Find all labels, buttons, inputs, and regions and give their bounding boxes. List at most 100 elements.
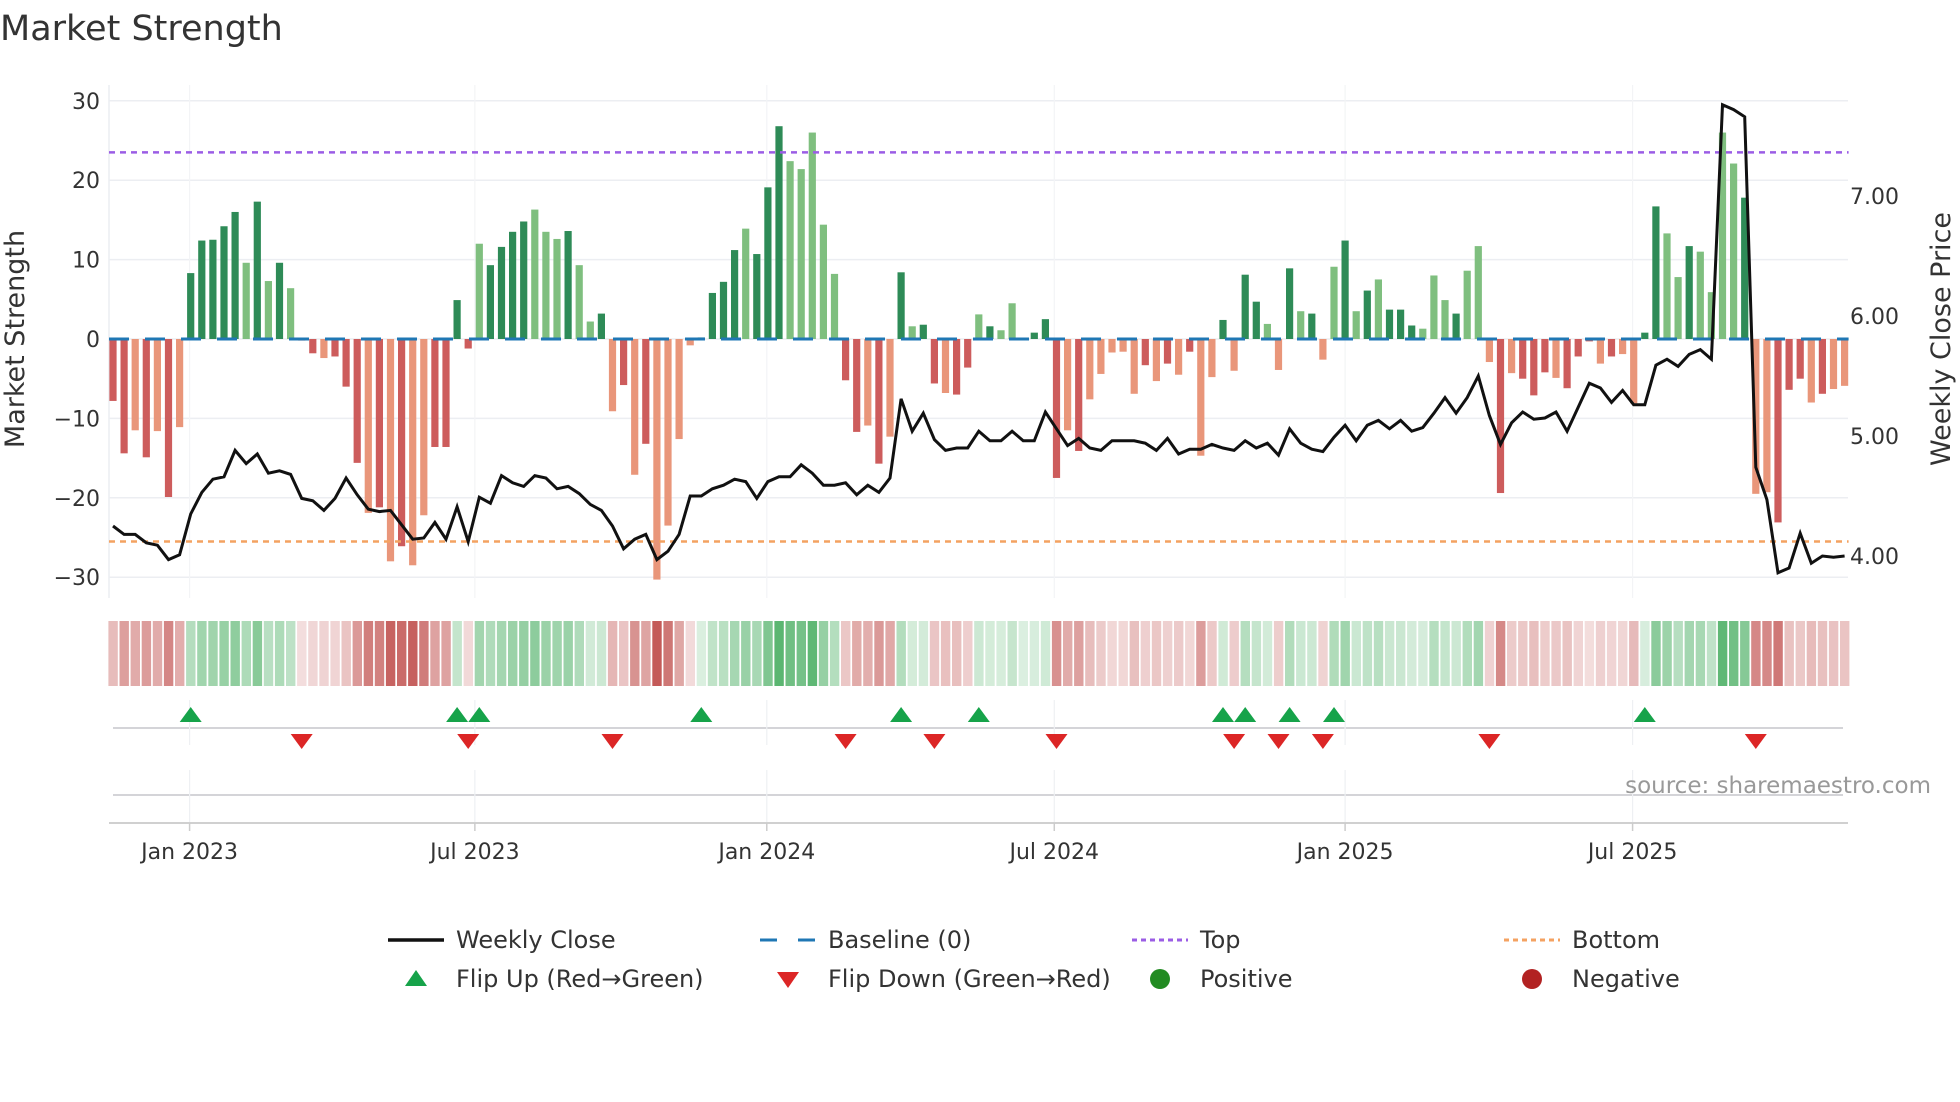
heatmap-cell (1207, 621, 1217, 686)
bar-positive (1441, 300, 1449, 339)
heatmap-cell (163, 621, 174, 686)
heatmap-cell (752, 621, 762, 686)
heatmap-cell (1740, 621, 1750, 686)
bar-positive (586, 321, 594, 339)
heatmap-cell (1551, 621, 1561, 686)
bar-negative (375, 339, 383, 508)
flip-up-marker (1633, 707, 1656, 722)
bar-positive (542, 231, 550, 339)
bar-positive (1696, 251, 1704, 339)
bar-negative (142, 339, 150, 458)
heatmap-cell (496, 621, 507, 686)
heatmap-cell (308, 621, 318, 686)
bar-positive (497, 246, 506, 339)
bar-positive (475, 243, 483, 339)
bar-positive (808, 132, 816, 339)
heatmap-cell (1695, 621, 1706, 686)
bar-positive (198, 240, 206, 339)
heatmap-cell (1107, 621, 1117, 686)
heatmap-cell (297, 621, 307, 686)
bar-negative (1319, 339, 1327, 360)
bar-positive (1374, 279, 1382, 339)
bar-negative (1086, 339, 1094, 400)
heatmap-cell (1806, 621, 1817, 686)
flip-down-marker (290, 734, 313, 749)
heatmap-cell (508, 621, 518, 686)
bar-negative (309, 339, 317, 354)
bar-negative (864, 339, 872, 426)
heatmap-cell (685, 621, 695, 686)
strength-bars (109, 126, 1849, 580)
y-axis-label: Market Strength (0, 230, 31, 448)
bar-negative (875, 339, 883, 464)
heatmap-cell (1606, 621, 1617, 686)
heatmap-cell (607, 621, 618, 686)
bar-positive (1341, 240, 1349, 339)
bar-negative (1829, 339, 1838, 390)
bar-positive (764, 187, 772, 339)
bar-negative (842, 339, 850, 381)
heatmap-cell (1307, 621, 1317, 686)
flip-down-marker (601, 734, 624, 749)
heatmap-cell (1329, 621, 1339, 686)
bar-negative (1763, 339, 1771, 493)
flip-up-marker (967, 707, 990, 722)
bar-positive (1030, 332, 1038, 339)
bar-negative (153, 339, 161, 432)
heatmap-cell (152, 621, 163, 686)
bar-positive (1397, 309, 1405, 339)
heatmap-cell (1673, 621, 1683, 686)
heatmap-cell (1296, 621, 1306, 686)
y2-axis-label: Weekly Close Price (1926, 212, 1957, 466)
heatmap-cell (108, 621, 118, 686)
heatmap-cell (1507, 621, 1517, 686)
bar-positive (1452, 313, 1460, 339)
bar-negative (120, 339, 128, 454)
heatmap-cell (1473, 621, 1484, 686)
heatmap-cell (263, 621, 274, 686)
bar-negative (331, 339, 339, 357)
source-label: source: sharemaestro.com (1625, 773, 1931, 799)
legend-flip-up-icon (405, 970, 427, 986)
heatmap-cell (374, 621, 385, 686)
heatmap-cell (441, 621, 451, 686)
flip-down-marker (1478, 734, 1501, 749)
heatmap-cell (1817, 621, 1828, 686)
flip-down-marker (834, 734, 857, 749)
bar-positive (1419, 328, 1427, 339)
heatmap-cell (341, 621, 351, 686)
heatmap-cell (463, 621, 473, 686)
heatmap-cell (1573, 621, 1583, 686)
heatmap-cell (1418, 621, 1428, 686)
y2-tick-label: 5.00 (1850, 425, 1899, 450)
bar-positive (1297, 311, 1305, 339)
heatmap-cell (696, 621, 707, 686)
heatmap-cell (1129, 621, 1139, 686)
bar-positive (1674, 277, 1682, 339)
heatmap-cell (1140, 621, 1151, 686)
x-tick-label: Jan 2024 (716, 840, 815, 865)
bar-positive (597, 313, 605, 339)
legend-label: Weekly Close (456, 926, 616, 954)
heatmap-cell (907, 621, 917, 686)
legend-label: Bottom (1572, 926, 1660, 954)
bar-positive (1041, 319, 1049, 339)
heatmap-cell (1118, 621, 1128, 686)
y-axis-left: 30 20 10 0 −10 −20 −30 (54, 90, 100, 591)
legend-label: Flip Down (Green→Red) (828, 965, 1111, 993)
bar-positive (1263, 323, 1271, 339)
bar-positive (819, 224, 827, 339)
bar-positive (1652, 206, 1660, 339)
bar-positive (1241, 274, 1249, 339)
heatmap-cell (1218, 621, 1228, 686)
flip-up-marker (1278, 707, 1301, 722)
heatmap-cell (397, 621, 407, 686)
bar-negative (386, 339, 395, 562)
heatmap-cell (1096, 621, 1106, 686)
flip-markers-panel (113, 700, 1843, 823)
heatmap-cell (552, 621, 562, 686)
heatmap-cell (1362, 621, 1373, 686)
bar-negative (131, 339, 139, 431)
bar-negative (320, 339, 328, 359)
bar-negative (109, 339, 117, 401)
